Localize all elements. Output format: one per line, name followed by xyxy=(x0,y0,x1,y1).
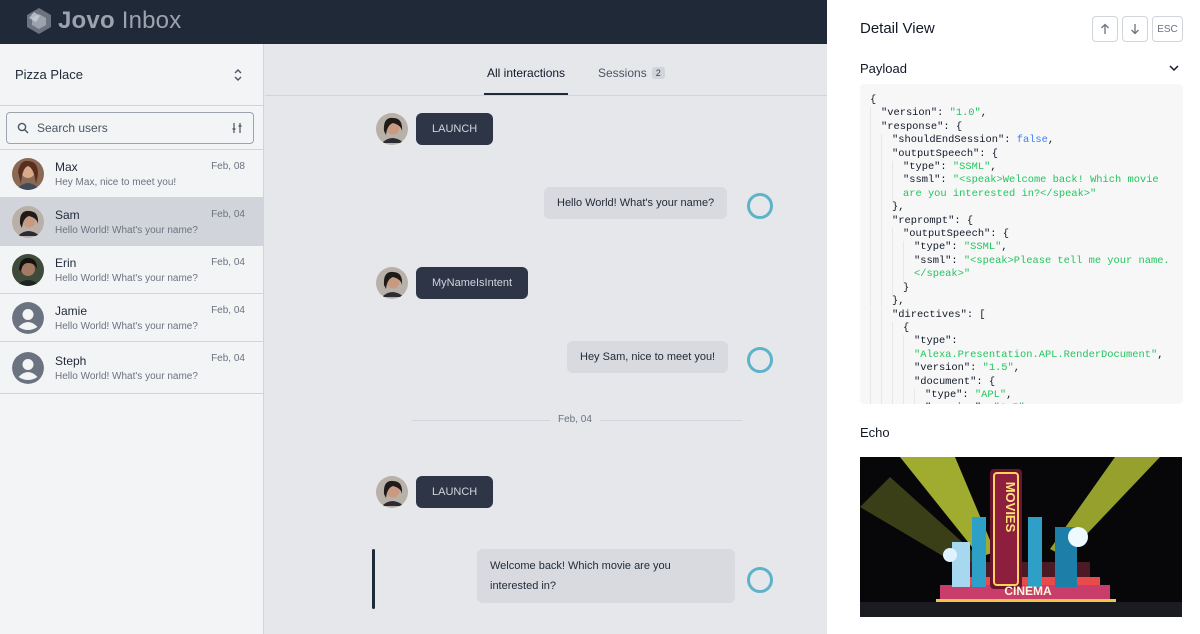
project-selector[interactable]: Pizza Place xyxy=(0,44,263,106)
payload-code-line: "response": { xyxy=(870,120,1183,135)
payload-code-line: { xyxy=(870,321,1183,336)
arrow-down-icon xyxy=(1131,24,1139,35)
payload-code-line: "ssml": "<speak>Please tell me your name… xyxy=(870,254,1183,269)
tab-sessions[interactable]: Sessions 2 xyxy=(598,66,665,80)
sessions-count-badge: 2 xyxy=(651,67,665,79)
payload-code-line: "type": "SSML", xyxy=(870,161,1183,175)
tab-all-interactions[interactable]: All interactions xyxy=(487,66,565,80)
chevron-down-icon[interactable] xyxy=(1169,64,1179,72)
payload-code-line: "shouldEndSession": false, xyxy=(870,134,1183,148)
user-avatar xyxy=(12,253,44,286)
detail-title: Detail View xyxy=(860,20,935,37)
payload-code-line: "ssml": "<speak>Welcome back! Which movi… xyxy=(870,174,1183,188)
tab-sessions-label: Sessions xyxy=(598,66,647,80)
alexa-echo-icon xyxy=(747,193,773,219)
response-text-line: interested in? xyxy=(490,580,557,592)
payload-code-line: "version": "1.0", xyxy=(870,107,1183,121)
search-icon xyxy=(17,122,29,133)
payload-code-line: "version": "1.5", xyxy=(870,362,1183,376)
user-list-item-max[interactable]: Max Hey Max, nice to meet you! Feb, 08 xyxy=(0,150,263,198)
user-date: Feb, 04 xyxy=(211,257,245,268)
user-avatar xyxy=(376,267,408,299)
search-box xyxy=(6,111,254,144)
previous-button[interactable] xyxy=(1092,16,1118,42)
user-last-message: Hello World! What's your name? xyxy=(55,224,198,236)
user-last-message: Hello World! What's your name? xyxy=(55,272,198,284)
payload-code-line: "directives": [ xyxy=(870,308,1183,322)
filter-icon[interactable] xyxy=(231,122,243,134)
search-input[interactable] xyxy=(37,120,217,135)
next-button[interactable] xyxy=(1122,16,1148,42)
payload-code-line: "outputSpeech": { xyxy=(870,147,1183,162)
user-list-item-sam[interactable]: Sam Hello World! What's your name? Feb, … xyxy=(0,198,263,246)
payload-json-viewer[interactable]: {"version": "1.0", "response": {"shouldEn… xyxy=(860,84,1183,404)
echo-display-image: MOVIES CINEMA xyxy=(860,457,1182,617)
payload-code-line: "document": { xyxy=(870,375,1183,389)
payload-code-line: "reprompt": { xyxy=(870,214,1183,229)
detail-panel: Detail View ESC Payload {"version": "1.0… xyxy=(827,0,1200,634)
response-bubble-selected[interactable]: Welcome back! Which movie are you intere… xyxy=(477,549,735,603)
close-button[interactable]: ESC xyxy=(1152,16,1183,42)
user-avatar xyxy=(376,113,408,145)
echo-title: Echo xyxy=(860,425,890,440)
user-avatar xyxy=(12,157,44,190)
payload-code-line: "version": "1.5" xyxy=(870,402,1183,404)
payload-code-line: "type": "SSML", xyxy=(870,241,1183,255)
request-bubble[interactable]: LAUNCH xyxy=(416,476,494,508)
selected-indicator xyxy=(372,549,375,609)
user-avatar xyxy=(376,476,408,508)
payload-code-line: } xyxy=(870,281,1183,296)
project-name: Pizza Place xyxy=(15,67,83,82)
payload-title[interactable]: Payload xyxy=(860,61,907,76)
user-date: Feb, 08 xyxy=(211,161,245,172)
default-avatar-icon xyxy=(12,301,44,334)
user-date: Feb, 04 xyxy=(211,353,245,364)
jovo-logo-icon xyxy=(27,8,51,34)
payload-code-line: </speak>" xyxy=(870,268,1183,282)
request-bubble[interactable]: MyNameIsIntent xyxy=(416,267,529,299)
sidebar: Pizza Place Max Hey Max, nice to meet xyxy=(0,44,264,634)
app-logo[interactable]: Jovo Inbox xyxy=(24,6,181,36)
payload-code-line: "type": "APL", xyxy=(870,388,1183,403)
payload-code-line: "outputSpeech": { xyxy=(870,228,1183,242)
payload-code-line: "Alexa.Presentation.APL.RenderDocument", xyxy=(870,348,1183,363)
response-bubble[interactable]: Hey Sam, nice to meet you! xyxy=(567,341,729,373)
user-last-message: Hello World! What's your name? xyxy=(55,320,198,332)
user-list-item-jamie[interactable]: Jamie Hello World! What's your name? Feb… xyxy=(0,294,263,342)
payload-code-line: are you interested in?</speak>" xyxy=(870,187,1183,202)
request-bubble[interactable]: LAUNCH xyxy=(416,113,494,145)
active-tab-indicator xyxy=(484,93,568,95)
movies-sign-text: MOVIES xyxy=(1003,482,1018,533)
arrow-up-icon xyxy=(1101,23,1109,34)
user-date: Feb, 04 xyxy=(211,305,245,316)
default-avatar-icon xyxy=(12,351,44,384)
user-last-message: Hello World! What's your name? xyxy=(55,370,198,382)
user-last-message: Hey Max, nice to meet you! xyxy=(55,176,177,188)
conversation-panel: All interactions Sessions 2 LAUNCH Hello… xyxy=(265,44,827,634)
app-title: Jovo Inbox xyxy=(58,7,182,34)
user-list-item-steph[interactable]: Steph Hello World! What's your name? Feb… xyxy=(0,342,263,394)
alexa-echo-icon xyxy=(747,347,773,373)
payload-code-line: }, xyxy=(870,295,1183,309)
payload-code-line: { xyxy=(870,94,877,106)
cinema-sign-text: CINEMA xyxy=(1004,584,1052,598)
tab-bar: All interactions Sessions 2 xyxy=(265,44,827,96)
alexa-echo-icon xyxy=(747,567,773,593)
date-divider-label: Feb, 04 xyxy=(550,414,600,425)
user-date: Feb, 04 xyxy=(211,209,245,220)
payload-code-line: }, xyxy=(870,201,1183,215)
response-bubble[interactable]: Hello World! What's your name? xyxy=(544,187,728,219)
user-avatar xyxy=(12,205,44,238)
response-text-line: Welcome back! Which movie are you xyxy=(490,560,671,572)
user-list-item-erin[interactable]: Erin Hello World! What's your name? Feb,… xyxy=(0,246,263,294)
payload-code-line: "type": xyxy=(870,335,1183,349)
chevron-up-down-icon xyxy=(234,68,242,81)
